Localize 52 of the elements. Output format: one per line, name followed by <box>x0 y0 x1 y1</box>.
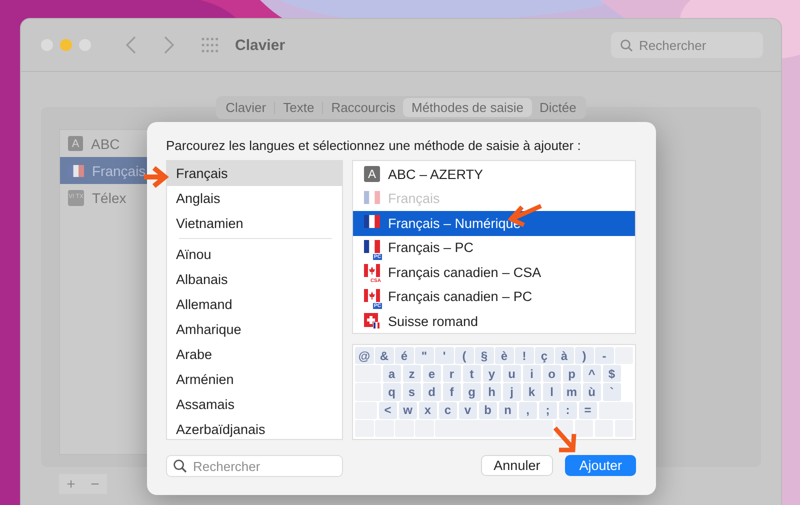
key: ` <box>602 383 621 401</box>
key: v <box>458 402 477 419</box>
key: y <box>482 365 501 382</box>
key: j <box>502 383 521 401</box>
letter-icon: A <box>68 136 83 151</box>
key: : <box>558 402 577 419</box>
key: " <box>415 347 434 364</box>
key: n <box>498 402 517 419</box>
key: c <box>438 402 457 419</box>
key: w <box>398 402 417 419</box>
key: o <box>542 365 561 382</box>
key: p <box>562 365 581 382</box>
key: k <box>522 383 541 401</box>
key: m <box>562 383 581 401</box>
key: § <box>475 347 494 364</box>
key: q <box>382 383 401 401</box>
key: @ <box>355 347 374 364</box>
key: ù <box>582 383 601 401</box>
key: = <box>578 402 597 419</box>
key: h <box>482 383 501 401</box>
key: ' <box>435 347 454 364</box>
key: x <box>418 402 437 419</box>
sheet-prompt: Parcourez les langues et sélectionnez une méthode de saisie à ajouter : <box>166 138 582 153</box>
key: ( <box>455 347 474 364</box>
key: g <box>462 383 481 401</box>
key: è <box>495 347 514 364</box>
key: b <box>478 402 497 419</box>
key: $ <box>602 365 621 382</box>
key: z <box>402 365 421 382</box>
key: ! <box>515 347 534 364</box>
key: i <box>522 365 541 382</box>
key: , <box>518 402 537 419</box>
window-title: Clavier <box>235 36 286 54</box>
key: t <box>462 365 481 382</box>
key: à <box>555 347 574 364</box>
key: ) <box>575 347 594 364</box>
key: r <box>442 365 461 382</box>
key: - <box>595 347 614 364</box>
key: < <box>378 402 397 419</box>
letter-icon: A <box>364 166 380 182</box>
key: a <box>382 365 401 382</box>
key: é <box>395 347 414 364</box>
key: f <box>442 383 461 401</box>
key: & <box>375 347 394 364</box>
key: d <box>422 383 441 401</box>
key: ; <box>538 402 557 419</box>
key: s <box>402 383 421 401</box>
key: u <box>502 365 521 382</box>
key: ç <box>535 347 554 364</box>
key: l <box>542 383 561 401</box>
key: e <box>422 365 441 382</box>
key: ^ <box>582 365 601 382</box>
